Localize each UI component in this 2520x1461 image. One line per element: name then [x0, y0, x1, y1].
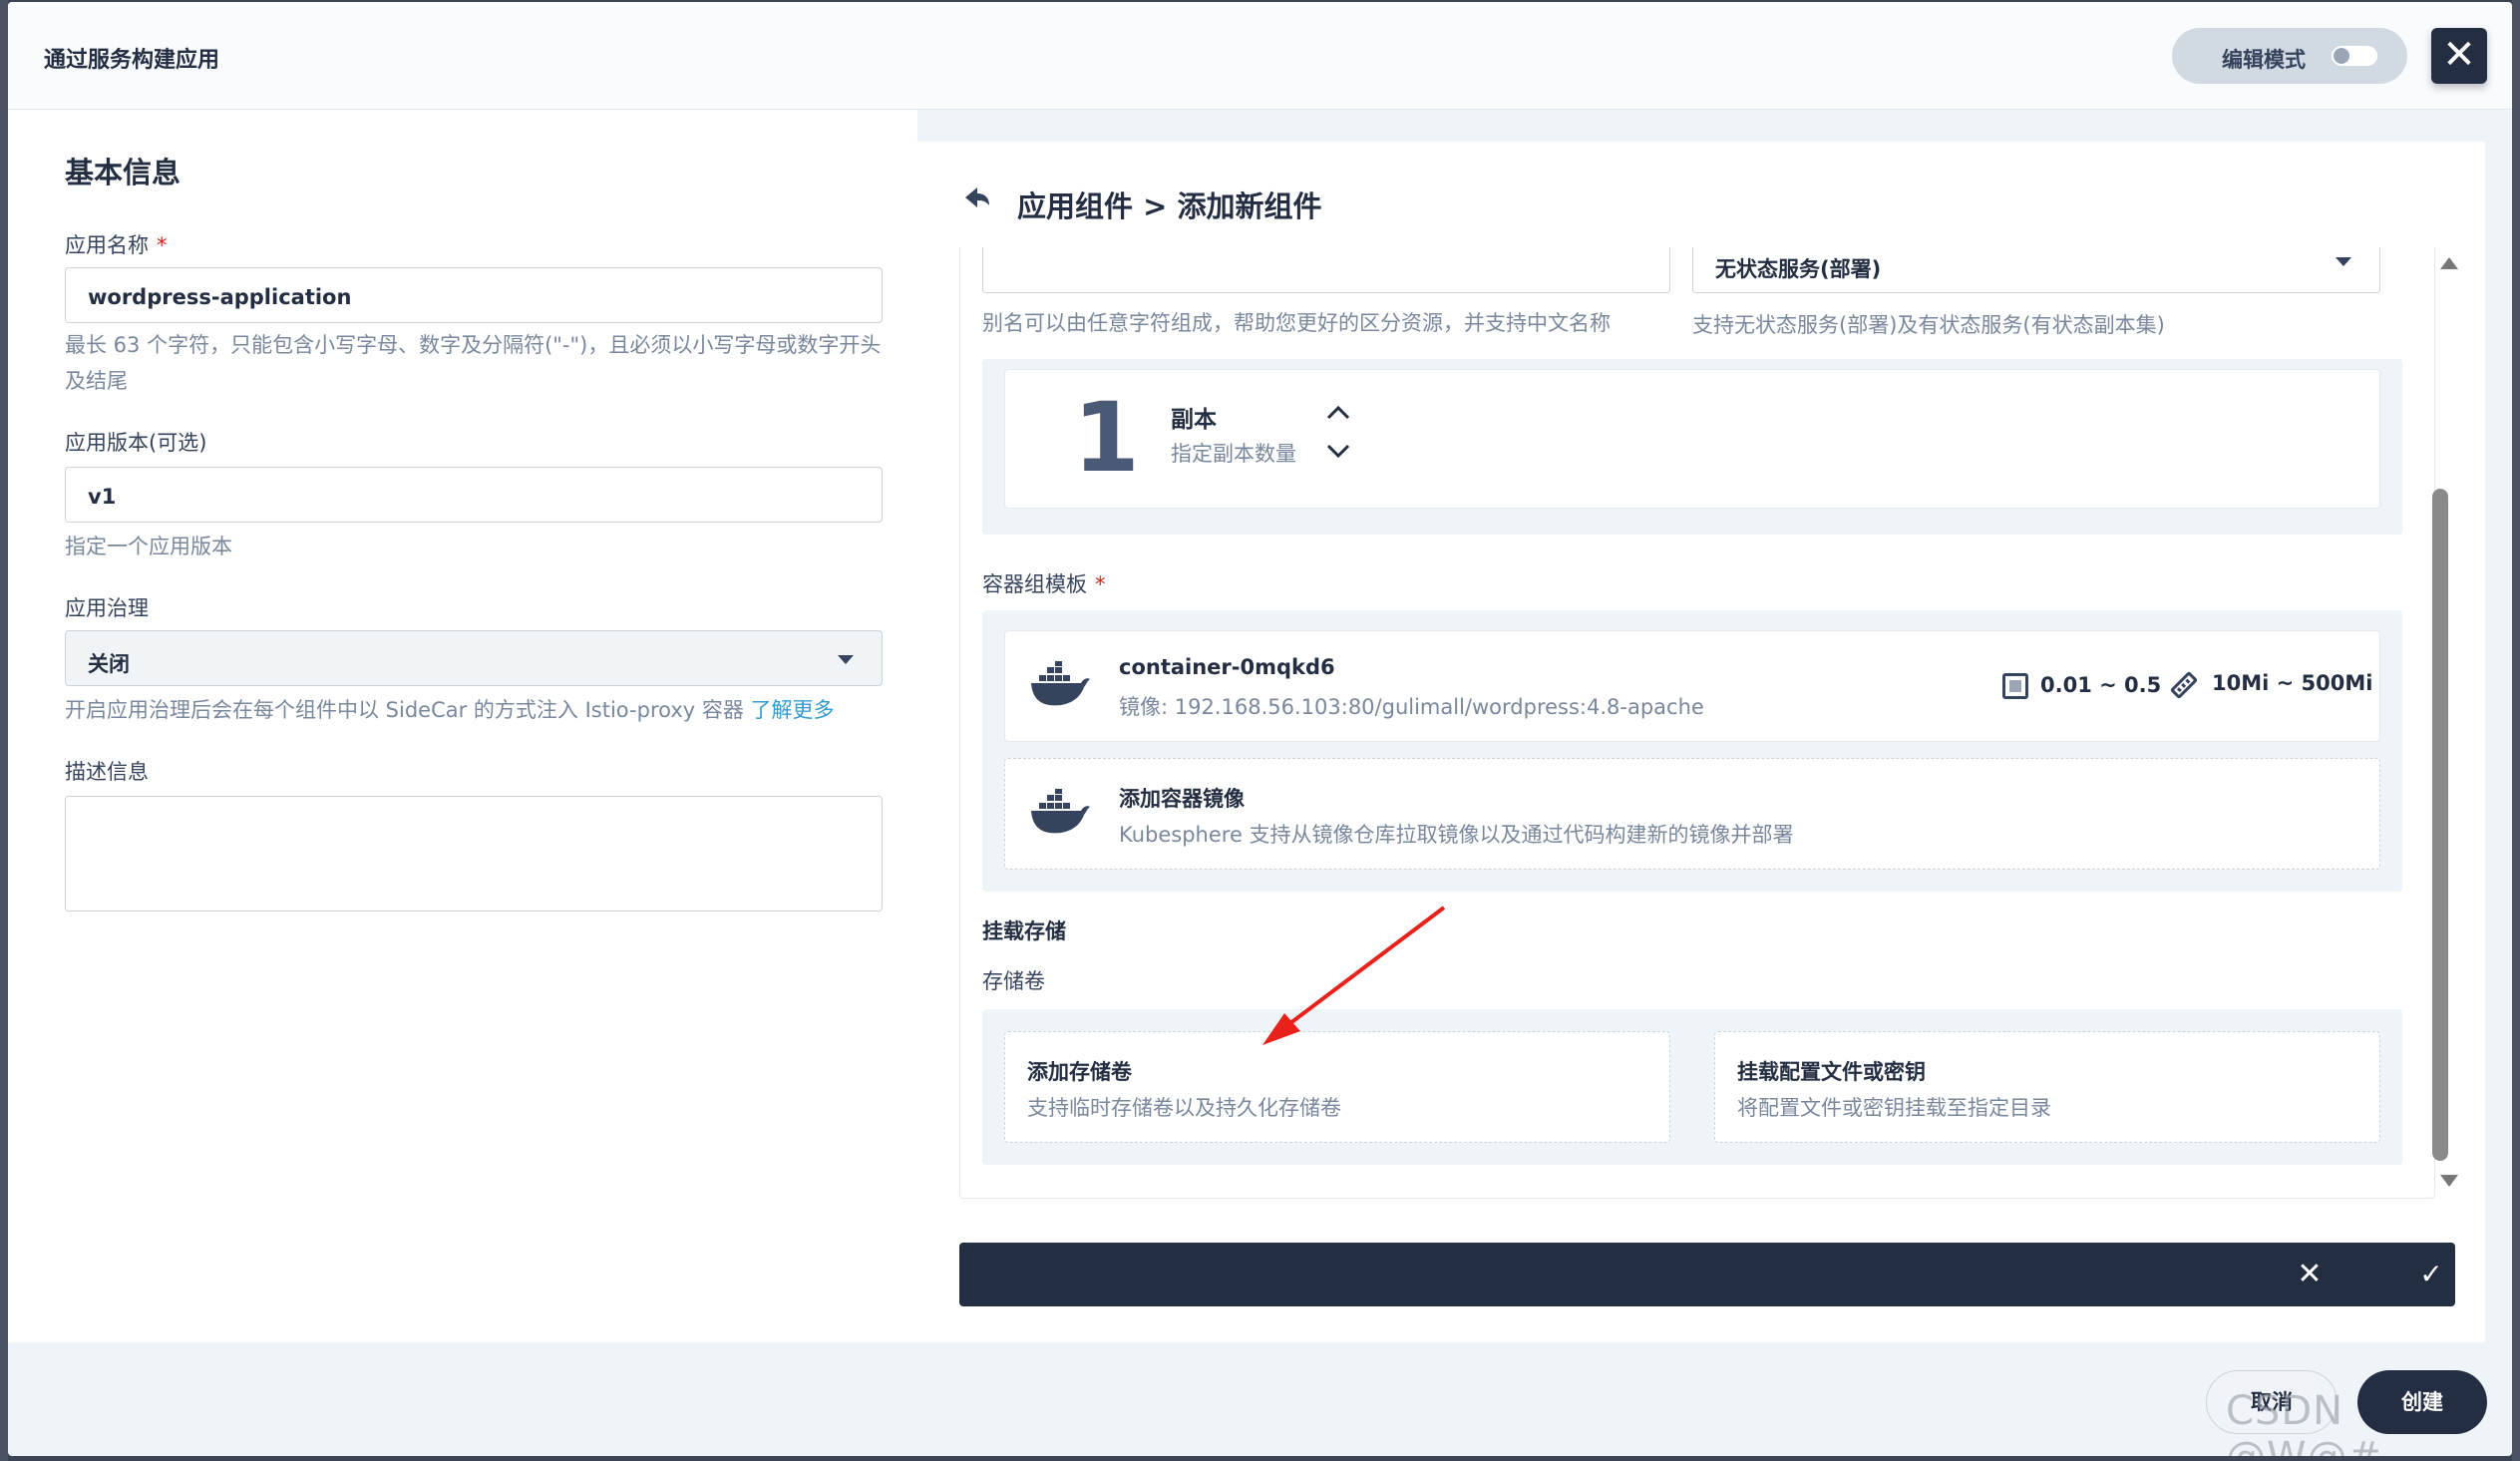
- create-app-modal: 通过服务构建应用 编辑模式 ✕ 基本信息 应用名称 * wordpress-app…: [8, 2, 2512, 1456]
- app-version-label: 应用版本(可选): [65, 431, 207, 455]
- cpu-icon: [2002, 673, 2028, 699]
- app-name-help: 最长 63 个字符，只能包含小写字母、数字及分隔符("-")，且必须以小写字母或…: [65, 333, 882, 393]
- docker-icon: [1031, 661, 1090, 706]
- watermark: CSDN @W@#: [2226, 1388, 2381, 1456]
- container-list: container-0mqkd6 镜像: 192.168.56.103:80/g…: [982, 610, 2402, 892]
- back-arrow-icon[interactable]: [963, 185, 991, 209]
- mount-config-desc: 将配置文件或密钥挂载至指定目录: [1737, 1096, 2051, 1120]
- chevron-up-icon[interactable]: [1326, 404, 1350, 420]
- toggle-switch-icon[interactable]: [2332, 46, 2377, 66]
- governance-help: 开启应用治理后会在每个组件中以 SideCar 的方式注入 Istio-prox…: [65, 692, 893, 728]
- add-container-image-button[interactable]: 添加容器镜像 Kubesphere 支持从镜像仓库拉取镜像以及通过代码构建新的镜…: [1004, 758, 2380, 870]
- replica-control: 1 副本 指定副本数量: [1004, 369, 2380, 509]
- backdrop-left: [0, 0, 8, 1461]
- app-name-label-text: 应用名称: [65, 233, 149, 257]
- cancel-component-button[interactable]: ✕: [2288, 1253, 2332, 1296]
- close-button[interactable]: ✕: [2431, 28, 2487, 84]
- basic-info-title: 基本信息: [65, 156, 181, 189]
- container-item[interactable]: container-0mqkd6 镜像: 192.168.56.103:80/g…: [1004, 630, 2380, 742]
- required-mark: *: [157, 233, 168, 257]
- add-volume-title: 添加存储卷: [1027, 1060, 1132, 1084]
- confirm-component-button[interactable]: ✓: [2409, 1253, 2453, 1296]
- replica-desc: 指定副本数量: [1171, 442, 1296, 466]
- governance-select[interactable]: 关闭: [65, 630, 883, 686]
- governance-value: 关闭: [88, 652, 130, 676]
- service-type-select[interactable]: 无状态服务(部署): [1692, 247, 2380, 293]
- edit-mode-toggle[interactable]: 编辑模式: [2172, 28, 2407, 84]
- modal-title: 通过服务构建应用: [44, 48, 220, 73]
- component-action-bar: ✕ ✓: [959, 1243, 2455, 1306]
- governance-label: 应用治理: [65, 596, 149, 620]
- component-panel: 应用组件 > 添加新组件 无状态服务(部署) 别名可以由任意字符组成，帮助您更好…: [917, 142, 2485, 1342]
- component-form: 无状态服务(部署) 别名可以由任意字符组成，帮助您更好的区分资源，并支持中文名称…: [959, 247, 2435, 1199]
- governance-help-text: 开启应用治理后会在每个组件中以 SideCar 的方式注入 Istio-prox…: [65, 698, 744, 722]
- description-label: 描述信息: [65, 760, 149, 784]
- mount-config-title: 挂载配置文件或密钥: [1737, 1060, 1926, 1084]
- app-version-input[interactable]: v1: [65, 467, 883, 523]
- backdrop-right: [2512, 0, 2520, 1461]
- chevron-down-icon: [838, 655, 854, 664]
- cpu-range: 0.01 ~ 0.5: [2040, 673, 2162, 697]
- mount-storage-title: 挂载存储: [982, 919, 1066, 943]
- service-type-help: 支持无状态服务(部署)及有状态服务(有状态副本集): [1692, 313, 2165, 337]
- memory-icon: [2170, 671, 2198, 699]
- breadcrumb: 应用组件 > 添加新组件: [1017, 189, 1322, 223]
- mount-config-button[interactable]: 挂载配置文件或密钥 将配置文件或密钥挂载至指定目录: [1714, 1031, 2380, 1143]
- annotation-arrow-icon: [1262, 906, 1446, 1045]
- app-name-label: 应用名称 *: [65, 229, 168, 259]
- chevron-down-icon: [2336, 257, 2351, 266]
- add-volume-desc: 支持临时存储卷以及持久化存储卷: [1027, 1096, 1341, 1120]
- memory-range: 10Mi ~ 500Mi: [2212, 671, 2373, 695]
- scroll-down-icon[interactable]: [2440, 1175, 2458, 1187]
- add-image-desc: Kubesphere 支持从镜像仓库拉取镜像以及通过代码构建新的镜像并部署: [1119, 823, 1794, 847]
- replica-section: 1 副本 指定副本数量: [982, 359, 2402, 535]
- chevron-down-icon[interactable]: [1326, 444, 1350, 460]
- container-template-label-text: 容器组模板: [982, 572, 1087, 596]
- modal-header: 通过服务构建应用 编辑模式 ✕: [8, 2, 2512, 110]
- replica-title: 副本: [1171, 407, 1217, 433]
- container-name: container-0mqkd6: [1119, 655, 1335, 679]
- app-version-help: 指定一个应用版本: [65, 535, 232, 558]
- learn-more-link[interactable]: 了解更多: [751, 698, 835, 722]
- volume-label: 存储卷: [982, 969, 1045, 993]
- service-type-value: 无状态服务(部署): [1715, 257, 1882, 281]
- container-template-label: 容器组模板 *: [982, 568, 1106, 598]
- app-name-input[interactable]: wordpress-application: [65, 267, 883, 323]
- container-image: 镜像: 192.168.56.103:80/gulimall/wordpress…: [1119, 695, 1704, 719]
- edit-mode-label: 编辑模式: [2222, 48, 2306, 72]
- basic-info-panel: 基本信息 应用名称 * wordpress-application 最长 63 个…: [8, 110, 917, 1342]
- replica-count: 1: [1073, 382, 1140, 494]
- required-mark: *: [1095, 572, 1106, 596]
- scrollbar-thumb[interactable]: [2432, 489, 2448, 1161]
- docker-icon: [1031, 789, 1090, 834]
- alias-input[interactable]: [982, 247, 1670, 293]
- mount-section: 添加存储卷 支持临时存储卷以及持久化存储卷 挂载配置文件或密钥 将配置文件或密钥…: [982, 1009, 2402, 1165]
- alias-help: 别名可以由任意字符组成，帮助您更好的区分资源，并支持中文名称: [982, 311, 1611, 335]
- add-image-title: 添加容器镜像: [1119, 787, 1245, 811]
- scroll-up-icon[interactable]: [2440, 257, 2458, 269]
- description-textarea[interactable]: [65, 796, 883, 912]
